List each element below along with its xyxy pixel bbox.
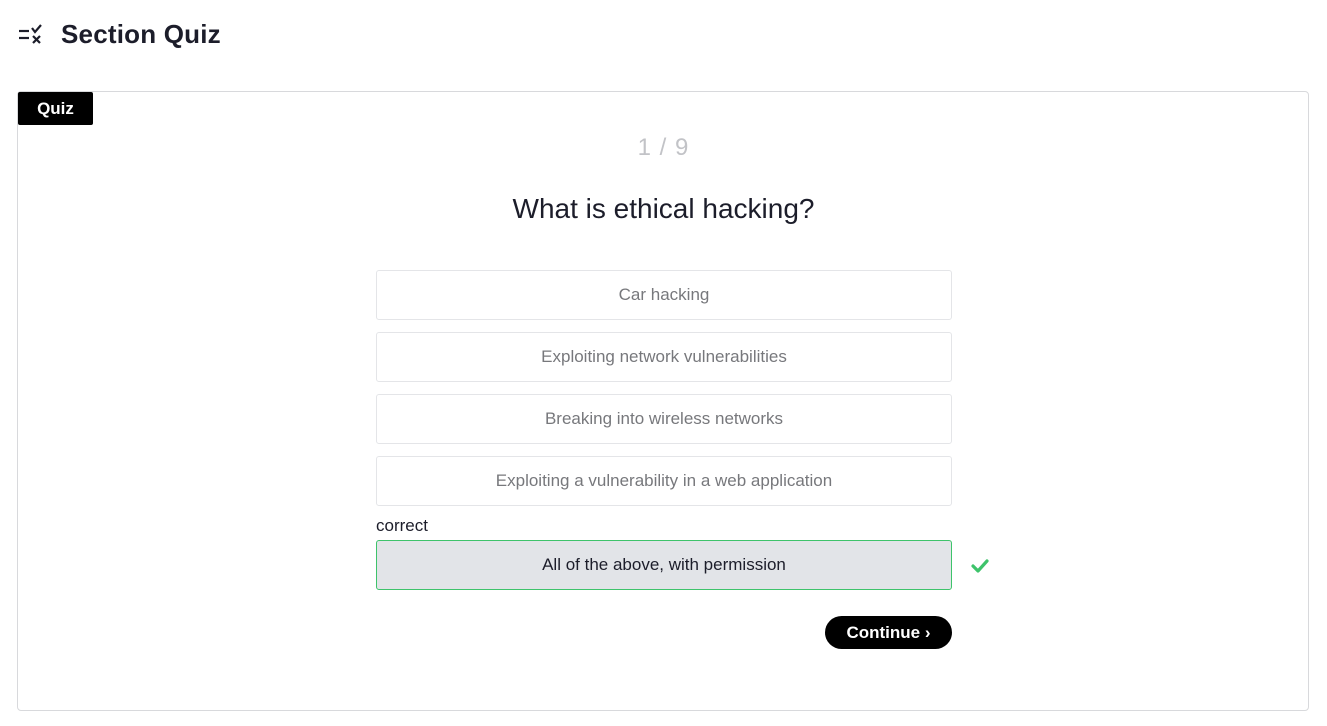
continue-button[interactable]: Continue ›: [825, 616, 952, 649]
answer-option[interactable]: Exploiting a vulnerability in a web appl…: [376, 456, 952, 506]
quiz-tag: Quiz: [18, 92, 93, 125]
quiz-list-icon: [18, 22, 44, 46]
question-text: What is ethical hacking?: [512, 193, 815, 224]
checkmark-icon: [971, 557, 989, 575]
answer-options: Car hacking Exploiting network vulnerabi…: [376, 270, 952, 602]
page-title: Section Quiz: [61, 18, 221, 49]
question-counter: 1 / 9: [637, 134, 690, 161]
answer-option[interactable]: Car hacking: [376, 270, 952, 320]
page-header: Section Quiz: [18, 14, 221, 54]
answer-option[interactable]: Breaking into wireless networks: [376, 394, 952, 444]
answer-option[interactable]: Exploiting network vulnerabilities: [376, 332, 952, 382]
result-label: correct: [376, 516, 428, 535]
selected-answer-option[interactable]: All of the above, with permission: [376, 540, 952, 590]
